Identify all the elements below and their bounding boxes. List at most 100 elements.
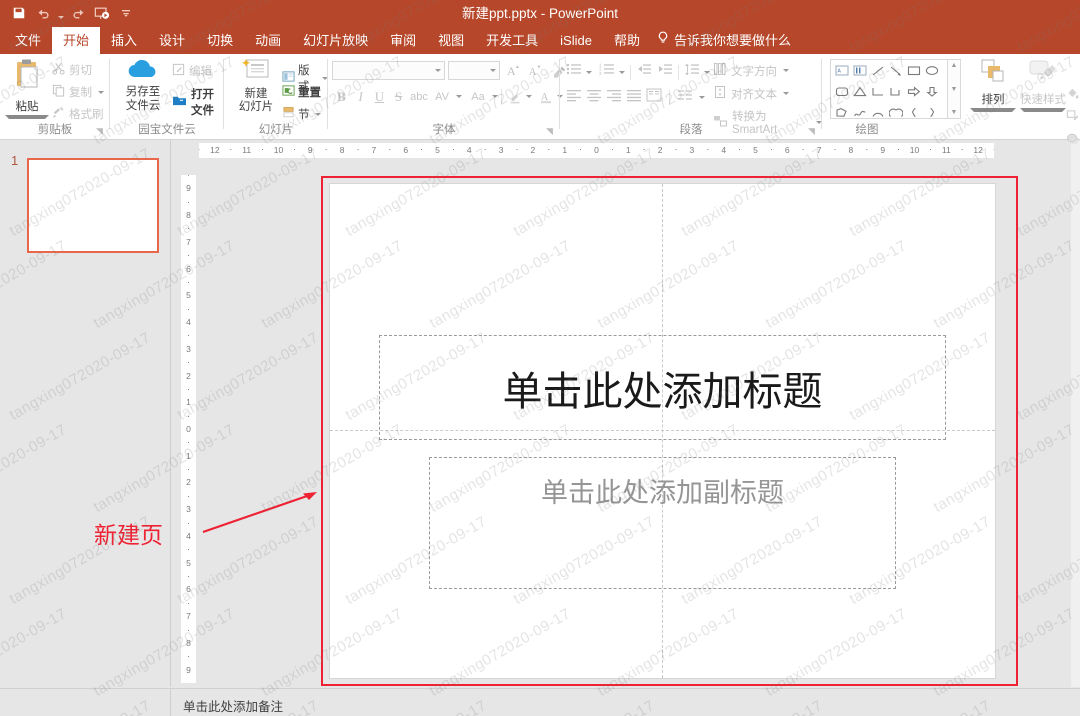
line-spacing-icon[interactable] bbox=[684, 62, 700, 82]
underline-button[interactable]: U bbox=[370, 87, 389, 106]
columns-icon[interactable] bbox=[646, 88, 662, 107]
section-dropdown-icon[interactable] bbox=[315, 113, 321, 116]
rectangle-shape-icon[interactable] bbox=[905, 62, 922, 79]
right-brace-shape-icon[interactable] bbox=[923, 104, 940, 121]
format-painter-button[interactable]: 格式刷 bbox=[52, 106, 104, 122]
numbering-icon[interactable]: 123 bbox=[599, 62, 615, 82]
increase-font-size-button[interactable]: A bbox=[504, 61, 524, 80]
section-button[interactable]: 节 bbox=[282, 106, 321, 122]
tab-slideshow[interactable]: 幻灯片放映 bbox=[292, 27, 379, 54]
scroll-down-icon[interactable]: ▼ bbox=[951, 86, 958, 93]
arrange-button[interactable]: 排列 bbox=[970, 58, 1016, 112]
down-arrow-shape-icon[interactable] bbox=[923, 83, 940, 100]
font-name-dropdown-icon[interactable] bbox=[435, 69, 441, 72]
vertical-scrollbar[interactable] bbox=[1071, 139, 1080, 687]
line-shape-icon[interactable] bbox=[869, 62, 886, 79]
align-center-icon[interactable] bbox=[586, 88, 602, 107]
horizontal-ruler[interactable]: 12··11··10··9··8··7··6··5··4··3··2··1··0… bbox=[199, 143, 994, 158]
elbow-connector-shape-icon[interactable] bbox=[869, 83, 886, 100]
curve-shape-icon[interactable] bbox=[887, 104, 904, 121]
paste-dropdown-icon[interactable] bbox=[5, 115, 49, 119]
change-case-button[interactable]: Aa bbox=[466, 87, 490, 106]
scroll-up-icon[interactable]: ▲ bbox=[951, 62, 958, 69]
subtitle-placeholder[interactable]: 单击此处添加副标题 bbox=[429, 457, 896, 589]
tab-view[interactable]: 视图 bbox=[427, 27, 475, 54]
font-size-input[interactable] bbox=[448, 61, 500, 80]
tab-transitions[interactable]: 切换 bbox=[196, 27, 244, 54]
tab-review[interactable]: 审阅 bbox=[379, 27, 427, 54]
font-dialog-launcher[interactable]: ◥ bbox=[546, 126, 556, 136]
character-spacing-button[interactable]: AV bbox=[430, 87, 454, 106]
text-columns-dropdown-icon[interactable] bbox=[699, 96, 705, 99]
left-brace-shape-icon[interactable] bbox=[905, 104, 922, 121]
bullets-icon[interactable] bbox=[566, 62, 582, 82]
cut-button[interactable]: 剪切 bbox=[52, 62, 92, 78]
shape-effects-button[interactable]: 形状效果 bbox=[1066, 108, 1080, 172]
decrease-font-size-button[interactable]: A bbox=[525, 61, 545, 80]
vertical-text-box-shape-icon[interactable] bbox=[851, 62, 868, 79]
shapes-more-icon[interactable]: ▼ bbox=[951, 109, 958, 116]
right-arrow-shape-icon[interactable] bbox=[905, 83, 922, 100]
scribble-shape-icon[interactable] bbox=[851, 104, 868, 121]
tab-animations[interactable]: 动画 bbox=[244, 27, 292, 54]
text-direction-button[interactable]: 文字方向 bbox=[713, 62, 789, 79]
text-direction-dropdown-icon[interactable] bbox=[783, 69, 789, 72]
strikethrough-button[interactable]: S bbox=[389, 87, 408, 106]
arrange-dropdown-icon[interactable] bbox=[970, 108, 1016, 112]
shapes-gallery[interactable]: A bbox=[830, 59, 948, 119]
copy-button[interactable]: 复制 bbox=[52, 84, 104, 100]
quick-styles-dropdown-icon[interactable] bbox=[1020, 108, 1066, 112]
text-highlight-icon[interactable] bbox=[505, 87, 524, 106]
highlight-dropdown-icon[interactable] bbox=[526, 95, 532, 98]
align-text-button[interactable]: 对齐文本 bbox=[713, 85, 789, 102]
triangle-shape-icon[interactable] bbox=[851, 83, 868, 100]
numbering-dropdown-icon[interactable] bbox=[619, 71, 625, 74]
notes-pane[interactable]: 单击此处添加备注 bbox=[171, 688, 1080, 716]
tab-help[interactable]: 帮助 bbox=[603, 27, 651, 54]
shapes-gallery-scrollbar[interactable]: ▲ ▼ ▼ bbox=[948, 59, 961, 119]
cloud-edit-button[interactable]: 编辑 bbox=[172, 63, 212, 79]
text-box-shape-icon[interactable]: A bbox=[833, 62, 850, 79]
new-slide-button[interactable]: 新建 幻灯片 bbox=[228, 57, 284, 114]
character-spacing-dropdown-icon[interactable] bbox=[456, 95, 462, 98]
decrease-indent-icon[interactable] bbox=[636, 62, 652, 82]
increase-indent-icon[interactable] bbox=[657, 62, 673, 82]
reset-button[interactable]: 重置 bbox=[282, 84, 321, 100]
slide-thumbnail-1[interactable] bbox=[27, 158, 159, 253]
align-right-icon[interactable] bbox=[606, 88, 622, 107]
copy-dropdown-icon[interactable] bbox=[98, 91, 104, 94]
line-spacing-dropdown-icon[interactable] bbox=[704, 71, 710, 74]
save-to-cloud-button[interactable]: 另存至 文件云 bbox=[116, 58, 170, 113]
align-text-dropdown-icon[interactable] bbox=[783, 92, 789, 95]
tell-me-box[interactable]: 告诉我你想要做什么 bbox=[651, 27, 802, 54]
rounded-rectangle-shape-icon[interactable] bbox=[833, 83, 850, 100]
vertical-ruler[interactable]: 9··8··7··6··5··4··3··2··1··0··1··2··3··4… bbox=[181, 175, 196, 683]
tab-islide[interactable]: iSlide bbox=[549, 27, 603, 54]
quick-styles-button[interactable]: 快速样式 bbox=[1020, 58, 1066, 112]
tab-design[interactable]: 设计 bbox=[148, 27, 196, 54]
bold-button[interactable]: B bbox=[332, 87, 351, 106]
tab-developer[interactable]: 开发工具 bbox=[475, 27, 549, 54]
align-left-icon[interactable] bbox=[566, 88, 582, 107]
tab-file[interactable]: 文件 bbox=[4, 27, 52, 54]
elbow-arrow-shape-icon[interactable] bbox=[887, 83, 904, 100]
clipboard-dialog-launcher[interactable]: ◥ bbox=[96, 126, 106, 136]
font-size-dropdown-icon[interactable] bbox=[490, 69, 496, 72]
italic-button[interactable]: I bbox=[351, 87, 370, 106]
font-name-input[interactable] bbox=[332, 61, 445, 80]
tab-home[interactable]: 开始 bbox=[52, 27, 100, 54]
oval-shape-icon[interactable] bbox=[923, 62, 940, 79]
text-columns-icon[interactable] bbox=[677, 88, 693, 107]
arrow-shape-icon[interactable] bbox=[887, 62, 904, 79]
change-case-dropdown-icon[interactable] bbox=[492, 95, 498, 98]
tab-insert[interactable]: 插入 bbox=[100, 27, 148, 54]
font-color-icon[interactable]: A bbox=[536, 87, 555, 106]
paste-button[interactable]: 粘贴 bbox=[5, 58, 49, 119]
arc-shape-icon[interactable] bbox=[869, 104, 886, 121]
title-placeholder[interactable]: 单击此处添加标题 bbox=[379, 335, 946, 440]
cloud-open-file-button[interactable]: 打开文件 bbox=[172, 86, 224, 118]
shadow-button[interactable]: abc bbox=[408, 87, 430, 106]
justify-icon[interactable] bbox=[626, 88, 642, 107]
freeform-shape-icon[interactable] bbox=[833, 104, 850, 121]
bullets-dropdown-icon[interactable] bbox=[586, 71, 592, 74]
